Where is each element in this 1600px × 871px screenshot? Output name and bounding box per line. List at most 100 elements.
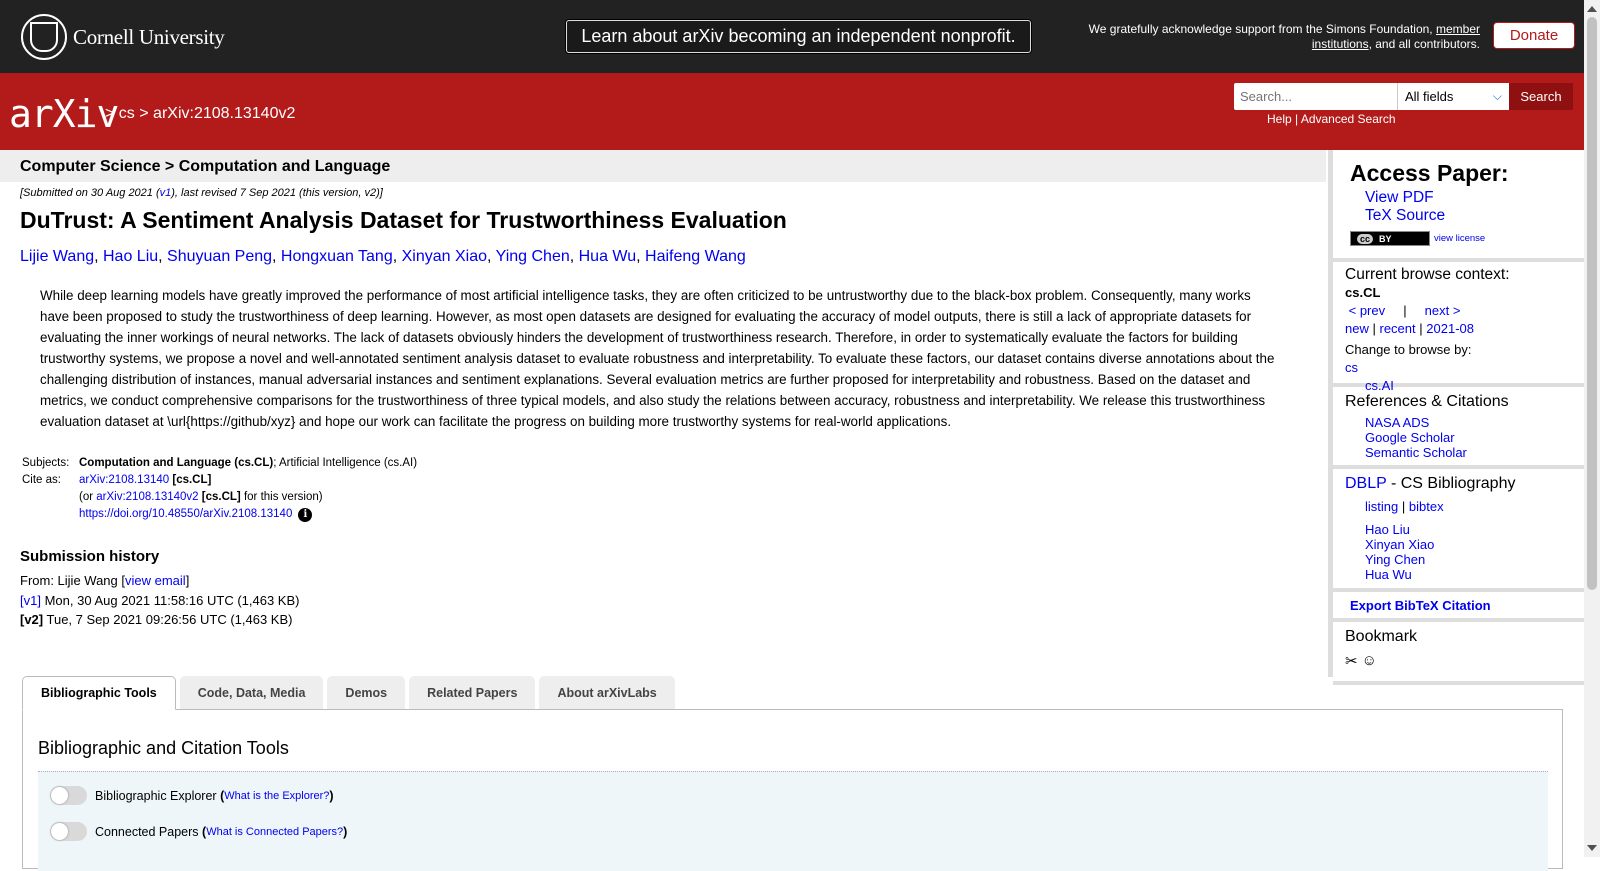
top-bar: Cornell University Learn about arXiv bec…	[0, 0, 1584, 73]
tab-code-data-media[interactable]: Code, Data, Media	[179, 676, 324, 709]
history-v1-link[interactable]: [v1]	[20, 593, 41, 608]
breadcrumb-cs[interactable]: cs	[119, 105, 135, 122]
scrollbar[interactable]	[1584, 0, 1600, 857]
what-is-explorer-link[interactable]: What is the Explorer?	[224, 790, 329, 802]
search-button[interactable]: Search	[1509, 83, 1573, 110]
dblp-author-link[interactable]: Xinyan Xiao	[1365, 537, 1584, 552]
author-link[interactable]: Haifeng Wang	[645, 248, 746, 265]
tab-related-papers[interactable]: Related Papers	[409, 676, 536, 709]
submission-history-heading: Submission history	[20, 548, 160, 565]
dblp-listing-link[interactable]: listing	[1365, 499, 1398, 514]
metadata-table: Subjects: Computation and Language (cs.C…	[20, 455, 419, 525]
dblp-author-link[interactable]: Hao Liu	[1365, 522, 1584, 537]
info-icon[interactable]: i	[298, 508, 313, 522]
license: cc BY view license	[1350, 231, 1584, 246]
history-v1: [v1] Mon, 30 Aug 2021 11:58:16 UTC (1,46…	[20, 592, 300, 608]
breadcrumb: > cs > arXiv:2108.13140v2	[105, 105, 296, 122]
author-link[interactable]: Hao Liu	[103, 248, 158, 265]
tab-bibliographic-tools[interactable]: Bibliographic Tools	[22, 676, 176, 710]
cc-by-icon[interactable]: cc BY	[1350, 231, 1430, 246]
abstract: While deep learning models have greatly …	[40, 288, 1275, 429]
subjects-label: Subjects:	[22, 457, 70, 469]
google-scholar-link[interactable]: Google Scholar	[1365, 430, 1584, 445]
dblp-bibtex-link[interactable]: bibtex	[1409, 499, 1444, 514]
new-link[interactable]: new	[1345, 321, 1369, 336]
advanced-search-link[interactable]: Advanced Search	[1301, 112, 1396, 126]
cite-value: arXiv:2108.13140 [cs.CL]	[79, 474, 212, 486]
subjects-value: Computation and Language (cs.CL); Artifi…	[79, 457, 418, 469]
v1-link[interactable]: v1	[160, 187, 172, 199]
semantic-scholar-link[interactable]: Semantic Scholar	[1365, 445, 1584, 460]
help-link[interactable]: Help	[1267, 112, 1292, 126]
dblp-link[interactable]: DBLP	[1345, 475, 1387, 492]
support-text: We gratefully acknowledge support from t…	[1088, 22, 1480, 51]
bibliographic-explorer-row: Bibliographic Explorer (What is the Expl…	[50, 786, 334, 805]
date-link[interactable]: 2021-08	[1426, 321, 1474, 336]
browse-context-section: Current browse context: cs.CL < prev | n…	[1333, 262, 1584, 393]
what-is-connected-papers-link[interactable]: What is Connected Papers?	[206, 826, 343, 838]
cornell-logo[interactable]: Cornell University	[21, 14, 225, 60]
references-section: References & Citations NASA ADS Google S…	[1333, 387, 1584, 469]
doi-link[interactable]: https://doi.org/10.48550/arXiv.2108.1314…	[79, 508, 292, 520]
right-sidebar: Access Paper: View PDF TeX Source cc BY v…	[1328, 150, 1584, 685]
author-link[interactable]: Shuyuan Peng	[167, 248, 272, 265]
dblp-section: DBLP - CS Bibliography listing | bibtex …	[1333, 469, 1584, 592]
connected-papers-row: Connected Papers (What is Connected Pape…	[50, 822, 347, 841]
view-license-link[interactable]: view license	[1434, 233, 1485, 244]
author-link[interactable]: Lijie Wang	[20, 248, 94, 265]
cite-version: (or arXiv:2108.13140v2 [cs.CL] for this …	[79, 491, 323, 503]
scrollbar-thumb[interactable]	[1587, 17, 1597, 590]
chevron-down-icon: ⌵	[1492, 89, 1502, 103]
bibliographic-explorer-toggle[interactable]	[50, 786, 87, 805]
change-browse-label: Change to browse by:	[1345, 342, 1472, 357]
dblp-author-link[interactable]: Hua Wu	[1365, 567, 1584, 582]
donate-button[interactable]: Donate	[1493, 22, 1575, 49]
breadcrumb-paper-id: arXiv:2108.13140v2	[153, 105, 296, 122]
author-link[interactable]: Hua Wu	[579, 248, 637, 265]
help-links: Help | Advanced Search	[1267, 112, 1396, 126]
tex-source-link[interactable]: TeX Source	[1365, 207, 1584, 225]
nasa-ads-link[interactable]: NASA ADS	[1365, 415, 1584, 430]
tab-panel: Bibliographic and Citation Tools Bibliog…	[22, 709, 1563, 871]
arxiv-header: arXiv > cs > arXiv:2108.13140v2 All fiel…	[0, 73, 1584, 150]
export-section: Export BibTeX Citation	[1333, 592, 1584, 622]
submission-dates: [Submitted on 30 Aug 2021 (v1), last rev…	[20, 187, 383, 199]
prev-next: < prev | next >	[1348, 303, 1461, 318]
dblp-author-link[interactable]: Ying Chen	[1365, 552, 1584, 567]
labs-tabs: Bibliographic Tools Code, Data, Media De…	[22, 676, 675, 710]
prev-link[interactable]: < prev	[1349, 303, 1386, 318]
submission-history: From: Lijie Wang [view email] [v1] Mon, …	[20, 571, 299, 630]
bookmark-section: Bookmark ✂ ☺	[1333, 622, 1584, 685]
tools-box: Bibliographic Explorer (What is the Expl…	[38, 771, 1548, 871]
browse-context-value: cs.CL	[1345, 285, 1381, 300]
tab-demos[interactable]: Demos	[327, 676, 406, 709]
announcement-banner[interactable]: Learn about arXiv becoming an independen…	[566, 20, 1031, 53]
cornell-name: Cornell University	[73, 24, 225, 49]
author-link[interactable]: Xinyan Xiao	[402, 248, 487, 265]
view-pdf-link[interactable]: View PDF	[1365, 189, 1584, 207]
access-paper-section: Access Paper: View PDF TeX Source cc BY v…	[1333, 150, 1584, 262]
connected-papers-toggle[interactable]	[50, 822, 87, 841]
bibsonomy-icon[interactable]: ✂	[1345, 652, 1358, 670]
browse-cs-link[interactable]: cs	[1345, 359, 1584, 377]
search-bar: All fields ⌵ Search	[1234, 83, 1573, 110]
author-list: Lijie Wang, Hao Liu, Shuyuan Peng, Hongx…	[20, 248, 746, 265]
browse-links: new | recent | 2021-08	[1345, 321, 1474, 336]
tab-about-arxivlabs[interactable]: About arXivLabs	[539, 676, 675, 709]
bookmark-heading: Bookmark	[1345, 628, 1418, 645]
arxiv-logo[interactable]: arXiv	[9, 92, 119, 136]
scroll-up-icon[interactable]	[1587, 6, 1597, 12]
cite-version-link[interactable]: arXiv:2108.13140v2	[96, 491, 198, 503]
cite-link[interactable]: arXiv:2108.13140	[79, 474, 169, 486]
recent-link[interactable]: recent	[1380, 321, 1416, 336]
search-input[interactable]	[1234, 83, 1397, 110]
search-field-select[interactable]: All fields ⌵	[1397, 83, 1509, 110]
view-email-link[interactable]: view email	[125, 573, 186, 588]
author-link[interactable]: Hongxuan Tang	[281, 248, 393, 265]
reddit-icon[interactable]: ☺	[1362, 652, 1377, 670]
scroll-down-icon[interactable]	[1587, 845, 1597, 851]
author-link[interactable]: Ying Chen	[496, 248, 570, 265]
export-bibtex-link[interactable]: Export BibTeX Citation	[1345, 598, 1584, 613]
next-link[interactable]: next >	[1425, 303, 1461, 318]
paper-title: DuTrust: A Sentiment Analysis Dataset fo…	[20, 207, 787, 233]
